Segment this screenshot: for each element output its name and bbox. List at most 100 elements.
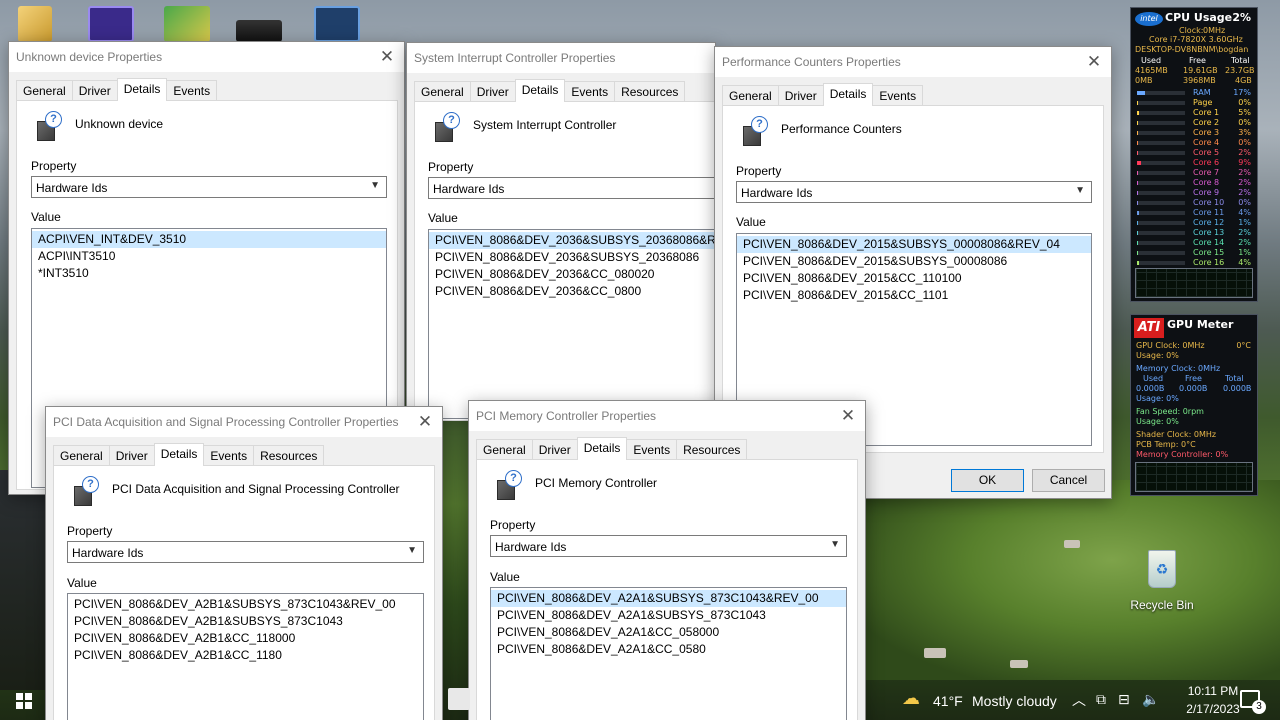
list-item[interactable]: PCI\VEN_8086&DEV_2015&SUBSYS_00008086 (737, 253, 1091, 270)
list-item[interactable]: PCI\VEN_8086&DEV_A2B1&SUBSYS_873C1043 (68, 613, 423, 630)
tab-resources[interactable]: Resources (253, 445, 325, 466)
list-item[interactable]: PCI\VEN_8086&DEV_2036&SUBSYS_20368086 (429, 249, 727, 266)
property-dropdown[interactable]: Hardware Ids ▼ (490, 535, 847, 557)
property-label: Property (736, 164, 782, 178)
cpu-meter-label: Core 16 (1193, 258, 1225, 267)
tab-general[interactable]: General (476, 439, 533, 460)
cpu-meter-label: Core 15 (1193, 248, 1225, 257)
tab-details[interactable]: Details (116, 78, 168, 101)
close-button[interactable]: ✕ (370, 42, 404, 72)
tab-driver[interactable]: Driver (531, 439, 578, 460)
tab-details[interactable]: Details (514, 79, 566, 102)
tab-details[interactable]: Details (153, 443, 205, 466)
cpu-meter-bar (1137, 251, 1185, 255)
tab-events[interactable]: Events (203, 445, 255, 466)
pci-data-acquisition-properties-window[interactable]: PCI Data Acquisition and Signal Processi… (45, 406, 443, 720)
tab-driver[interactable]: Driver (777, 85, 824, 106)
cpu-meter-bar (1137, 121, 1185, 125)
tab-general[interactable]: General (53, 445, 110, 466)
cpu-meter-percent: 0% (1238, 118, 1251, 127)
tab-driver[interactable]: Driver (108, 445, 155, 466)
cpu-meter-label: Core 10 (1193, 198, 1225, 207)
desktop-user-folder-icon[interactable] (18, 6, 66, 46)
value-list[interactable]: PCI\VEN_8086&DEV_2036&SUBSYS_20368086&RE… (428, 229, 728, 419)
list-item[interactable]: PCI\VEN_8086&DEV_2015&CC_1101 (737, 287, 1091, 304)
store-app-icon[interactable] (448, 688, 470, 710)
list-item[interactable]: PCI\VEN_8086&DEV_A2B1&SUBSYS_873C1043&RE… (68, 596, 423, 613)
cpu-meter-percent: 2% (1238, 178, 1251, 187)
cpu-meter-row: Core 12 1% (1135, 218, 1253, 228)
system-interrupt-controller-properties-window[interactable]: System Interrupt Controller Properties G… (406, 42, 728, 421)
tab-events[interactable]: Events (564, 81, 616, 102)
title-bar[interactable]: Unknown device Properties ✕ (9, 42, 404, 72)
value-label: Value (736, 215, 766, 229)
list-item[interactable]: *INT3510 (32, 265, 386, 282)
desktop-app-icon[interactable] (164, 6, 212, 46)
property-dropdown[interactable]: Hardware Ids ▼ (31, 176, 387, 198)
list-item[interactable]: PCI\VEN_8086&DEV_A2A1&CC_0580 (491, 641, 846, 658)
property-dropdown[interactable]: Hardware Ids (428, 177, 728, 199)
property-selected-value: Hardware Ids (495, 540, 567, 554)
tab-resources[interactable]: Resources (614, 81, 686, 102)
title-bar[interactable]: Performance Counters Properties ✕ (715, 47, 1111, 77)
list-item[interactable]: PCI\VEN_8086&DEV_A2A1&SUBSYS_873C1043 (491, 607, 846, 624)
tab-general[interactable]: General (16, 80, 73, 101)
tab-details[interactable]: Details (822, 83, 874, 106)
gpu-meter-gadget[interactable]: ATI GPU Meter GPU Clock: 0MHz 0°C Usage:… (1130, 314, 1258, 496)
start-button[interactable] (0, 680, 48, 720)
close-button[interactable]: ✕ (1077, 47, 1111, 77)
tab-driver[interactable]: Driver (469, 81, 516, 102)
list-item[interactable]: PCI\VEN_8086&DEV_A2B1&CC_1180 (68, 647, 423, 664)
network-icon[interactable]: ⊟ (1118, 691, 1130, 708)
title-bar[interactable]: PCI Data Acquisition and Signal Processi… (46, 407, 442, 437)
clock-time[interactable]: 10:11 PM (1186, 684, 1240, 698)
clock-date[interactable]: 2/17/2023 (1184, 702, 1242, 716)
chevron-up-icon[interactable]: ︿ (1072, 690, 1086, 710)
list-item[interactable]: PCI\VEN_8086&DEV_2036&CC_080020 (429, 266, 727, 283)
cpu-meter-percent: 17% (1233, 88, 1251, 97)
tab-details[interactable]: Details (576, 437, 628, 460)
tab-general[interactable]: General (722, 85, 779, 106)
tab-events[interactable]: Events (872, 85, 924, 106)
cancel-button[interactable]: Cancel (1032, 469, 1105, 492)
title-bar[interactable]: System Interrupt Controller Properties (407, 43, 715, 73)
title-bar[interactable]: PCI Memory Controller Properties ✕ (469, 401, 865, 431)
recycle-bin-desktop-icon[interactable]: ♻ Recycle Bin (1126, 548, 1198, 616)
weather-icon[interactable]: ☁ (902, 688, 920, 709)
tab-general[interactable]: General (414, 81, 471, 102)
weather-temp[interactable]: 41°F (933, 693, 963, 709)
tab-events[interactable]: Events (166, 80, 218, 101)
memory-usage: Usage: 0% (1136, 394, 1179, 403)
list-item[interactable]: ACPI\INT3510 (32, 248, 386, 265)
cpu-meter-bar (1137, 111, 1185, 115)
tab-events[interactable]: Events (626, 439, 678, 460)
pci-memory-controller-properties-window[interactable]: PCI Memory Controller Properties ✕ Gener… (468, 400, 866, 720)
tab-resources[interactable]: Resources (676, 439, 748, 460)
tab-driver[interactable]: Driver (71, 80, 118, 101)
cpu-usage-gadget[interactable]: intel CPU Usage 2% Clock: 0MHz Core i7-7… (1130, 7, 1258, 302)
list-item[interactable]: PCI\VEN_8086&DEV_2036&CC_0800 (429, 283, 727, 300)
desktop-drive-icon[interactable] (236, 6, 284, 46)
list-item[interactable]: PCI\VEN_8086&DEV_A2A1&SUBSYS_873C1043&RE… (491, 590, 846, 607)
list-item[interactable]: PCI\VEN_8086&DEV_2036&SUBSYS_20368086&RE… (429, 232, 727, 249)
list-item[interactable]: PCI\VEN_8086&DEV_2015&CC_110100 (737, 270, 1091, 287)
cpu-total-percent: 2% (1232, 11, 1251, 24)
network-adapter-icon[interactable]: ⧉ (1096, 691, 1106, 708)
list-item[interactable]: PCI\VEN_8086&DEV_2015&SUBSYS_00008086&RE… (737, 236, 1091, 253)
desktop-gpuz-icon[interactable] (314, 6, 362, 46)
list-item[interactable]: PCI\VEN_8086&DEV_A2A1&CC_058000 (491, 624, 846, 641)
volume-icon[interactable]: 🔈 (1142, 691, 1159, 708)
list-item[interactable]: PCI\VEN_8086&DEV_A2B1&CC_118000 (68, 630, 423, 647)
cpu-meter-row: Core 2 0% (1135, 118, 1253, 128)
ok-button[interactable]: OK (951, 469, 1024, 492)
close-button[interactable]: ✕ (831, 401, 865, 431)
cpu-meter-bar (1137, 201, 1185, 205)
close-button[interactable]: ✕ (408, 407, 442, 437)
cpu-meter-label: Core 13 (1193, 228, 1225, 237)
list-item[interactable]: ACPI\VEN_INT&DEV_3510 (32, 231, 386, 248)
property-dropdown[interactable]: Hardware Ids ▼ (67, 541, 424, 563)
weather-desc[interactable]: Mostly cloudy (972, 693, 1057, 709)
desktop-cpuz-icon[interactable] (88, 6, 136, 46)
property-dropdown[interactable]: Hardware Ids ▼ (736, 181, 1092, 203)
page-free-value: 3968MB (1183, 76, 1216, 85)
